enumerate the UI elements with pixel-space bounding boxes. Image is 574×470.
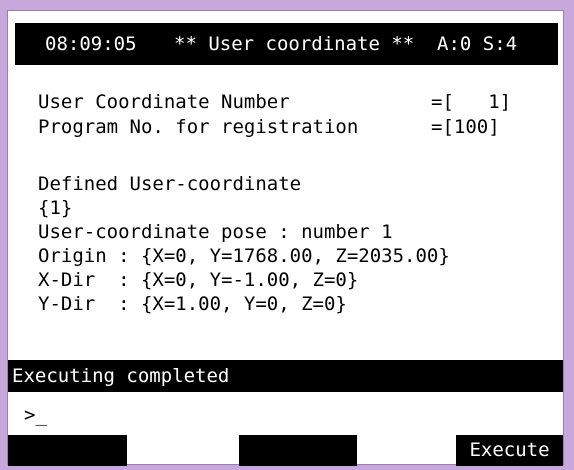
clock-time: 08:09:05 xyxy=(45,33,137,55)
program-no-label: Program No. for registration xyxy=(38,116,359,138)
user-coord-number-label: User Coordinate Number xyxy=(38,91,290,113)
screen: 08:09:05 ** User coordinate ** A:0 S:4 U… xyxy=(7,10,564,466)
title-bar: 08:09:05 ** User coordinate ** A:0 S:4 xyxy=(15,23,558,65)
pose-line: User-coordinate pose : number 1 xyxy=(38,221,393,243)
program-no-field[interactable]: =[100] xyxy=(431,115,500,139)
defined-heading: Defined User-coordinate xyxy=(38,173,302,195)
function-key-2[interactable] xyxy=(239,435,357,466)
x-dir-line: X-Dir : {X=0, Y=-1.00, Z=0} xyxy=(38,269,359,291)
message-bar: Executing completed xyxy=(8,360,563,392)
user-coord-number-field[interactable]: =[ 1] xyxy=(431,90,511,114)
function-key-bar: Execute xyxy=(8,435,563,466)
origin-line: Origin : {X=0, Y=1768.00, Z=2035.00} xyxy=(38,245,450,267)
status-indicator: A:0 S:4 xyxy=(437,33,518,55)
function-key-1[interactable] xyxy=(8,435,127,466)
command-prompt[interactable]: >_ xyxy=(24,404,47,426)
screen-title: ** User coordinate ** xyxy=(174,33,415,55)
execute-button[interactable]: Execute xyxy=(456,435,563,466)
pendant-frame: 08:09:05 ** User coordinate ** A:0 S:4 U… xyxy=(0,0,574,470)
y-dir-line: Y-Dir : {X=1.00, Y=0, Z=0} xyxy=(38,293,347,315)
defined-index: {1} xyxy=(38,197,73,219)
